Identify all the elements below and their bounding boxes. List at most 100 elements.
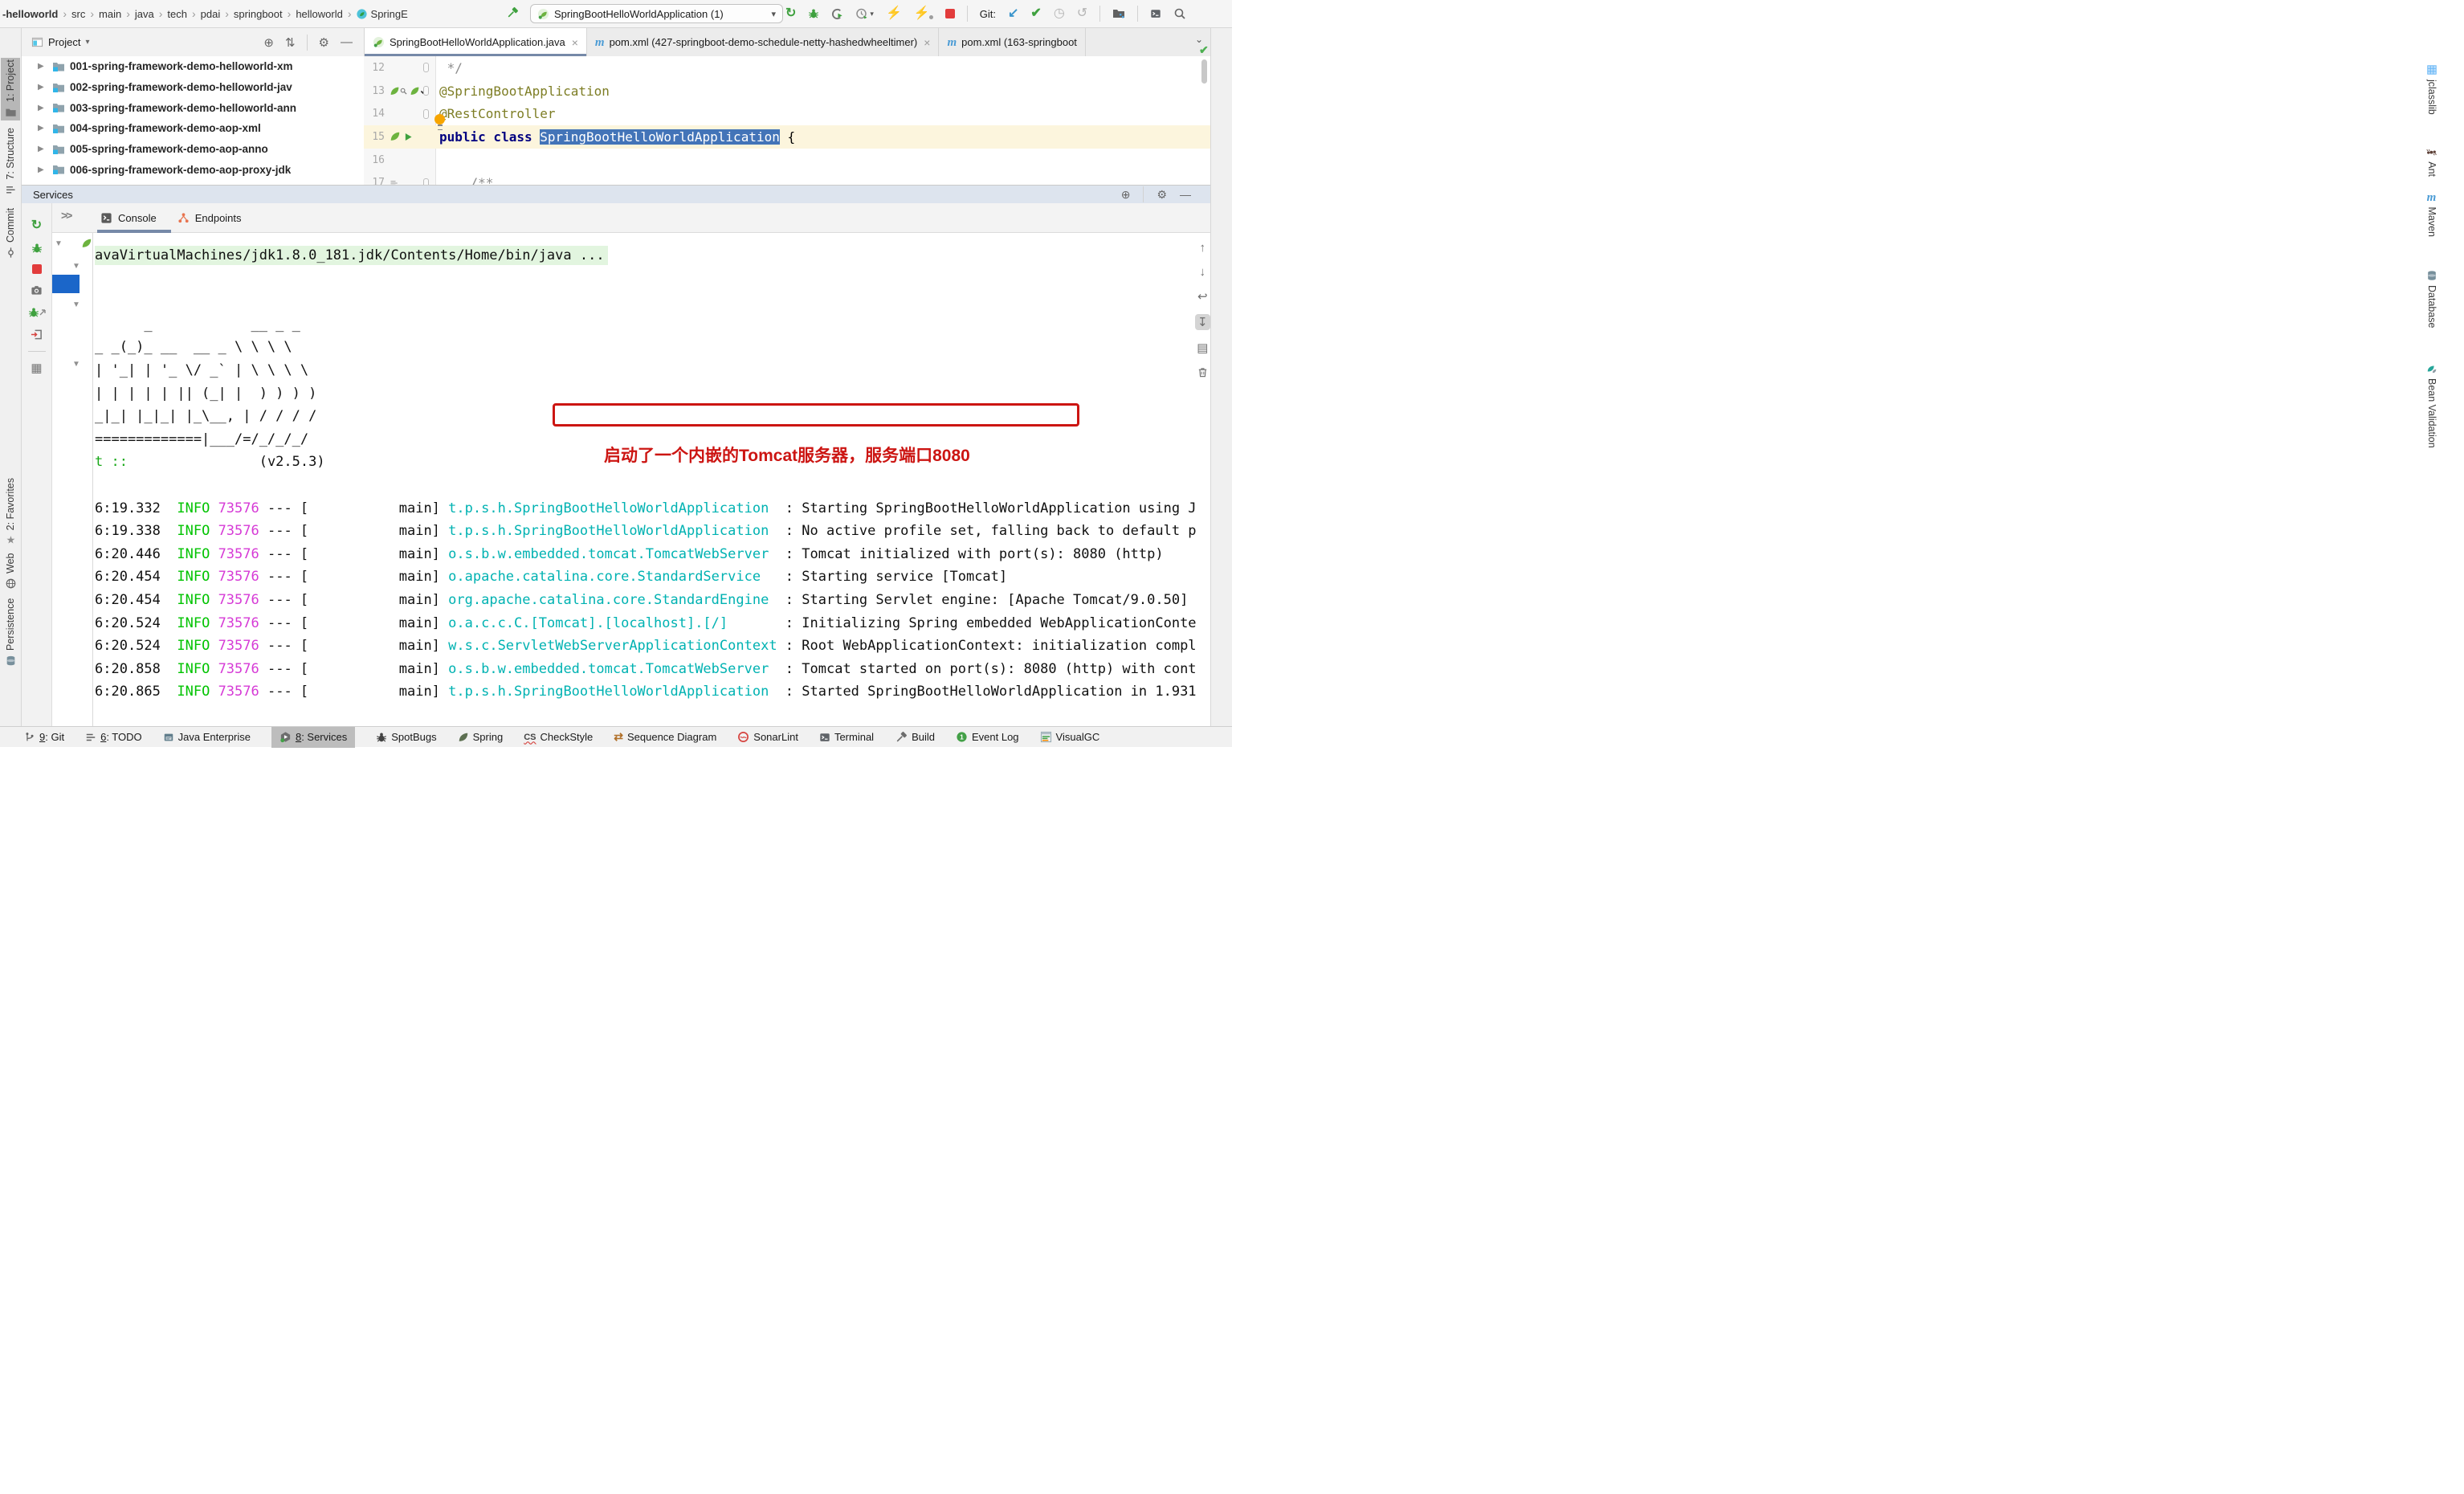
chevron-right-icon[interactable]: ▶ — [38, 145, 47, 153]
project-panel-title[interactable]: Project — [48, 36, 80, 48]
editor-line[interactable]: 17 /** — [364, 171, 1210, 185]
project-tree-row[interactable]: ▶002-spring-framework-demo-helloworld-ja… — [22, 77, 364, 98]
attach-debugger-button[interactable] — [28, 307, 46, 318]
sidebar-tab-1-project[interactable]: 1: Project — [1, 58, 20, 120]
breadcrumb-item[interactable]: pdai — [200, 8, 222, 20]
chevron-right-icon[interactable]: ▶ — [38, 165, 47, 174]
hide-panel-icon[interactable]: — — [1180, 188, 1191, 201]
sidebar-tab-jclasslib[interactable]: jclasslib — [2422, 60, 2442, 126]
thread-dump-button[interactable] — [31, 284, 43, 296]
close-icon[interactable]: × — [572, 36, 578, 49]
sidebar-tab-maven[interactable]: mMaven — [2422, 189, 2442, 240]
statusbar-event-log[interactable]: 1Event Log — [956, 727, 1019, 748]
statusbar-terminal[interactable]: Terminal — [819, 727, 874, 748]
editor-line[interactable]: 14@RestController — [364, 102, 1210, 125]
tree-expand-icon[interactable]: ▼ — [55, 239, 63, 248]
editor-tab[interactable]: mpom.xml (163-springboot — [939, 28, 1085, 56]
hide-panel-icon[interactable]: — — [341, 35, 353, 49]
profiler-button[interactable]: ▾ — [855, 7, 874, 20]
editor-line[interactable]: 15public class SpringBootHelloWorldAppli… — [364, 125, 1210, 149]
project-tree-row[interactable]: ▶003-spring-framework-demo-helloworld-an… — [22, 97, 364, 118]
sidebar-tab-ant[interactable]: Ant — [2422, 143, 2442, 180]
attach-profiler-button[interactable]: ⚡ — [886, 7, 902, 20]
project-tree-row[interactable]: ▶001-spring-framework-demo-helloworld-xm — [22, 56, 364, 77]
statusbar-java-enterprise[interactable]: Java Enterprise — [163, 727, 251, 748]
sidebar-tab-7-structure[interactable]: 7: Structure — [1, 124, 20, 198]
chevron-right-icon[interactable]: ▶ — [38, 124, 47, 133]
statusbar-6-todo[interactable]: 6: TODO — [85, 727, 142, 748]
soft-wrap-button[interactable]: ↩ — [1197, 289, 1208, 304]
sidebar-tab-commit[interactable]: Commit — [1, 206, 20, 261]
chevron-down-icon[interactable]: ▾ — [85, 38, 89, 47]
tab-console[interactable]: Console — [100, 212, 157, 224]
breadcrumb-item[interactable]: main — [98, 8, 122, 20]
stop-button[interactable] — [945, 9, 955, 18]
tree-expand-icon[interactable]: ▼ — [72, 300, 80, 309]
sidebar-tab-persistence[interactable]: Persistence — [1, 595, 20, 669]
clear-all-button[interactable] — [1197, 365, 1209, 378]
git-update-button[interactable]: ↙ — [1008, 7, 1018, 20]
collapse-all-icon[interactable]: ⇅ — [285, 35, 296, 50]
run-configuration-select[interactable]: SpringBootHelloWorldApplication (1) ▾ — [530, 4, 783, 23]
sidebar-tab-2-favorites[interactable]: ★2: Favorites — [1, 475, 20, 549]
gear-icon[interactable]: ⚙ — [1157, 188, 1167, 202]
fold-marker-icon[interactable] — [423, 109, 429, 119]
editor-tab[interactable]: mpom.xml (427-springboot-demo-schedule-n… — [587, 28, 940, 56]
attach-debugger-button[interactable]: ⚡ — [914, 7, 933, 20]
run-console[interactable]: avaVirtualMachines/jdk1.8.0_181.jdk/Cont… — [93, 233, 1197, 726]
editor-tab[interactable]: SpringBootHelloWorldApplication.java× — [365, 28, 587, 56]
fold-marker-icon[interactable] — [423, 178, 429, 185]
project-tree-row[interactable]: ▶004-spring-framework-demo-aop-xml — [22, 118, 364, 139]
gear-icon[interactable]: ⚙ — [319, 35, 329, 50]
statusbar-build[interactable]: Build — [895, 727, 935, 748]
services-tree[interactable]: ▼ ▼ ▼ ▼ — [52, 233, 93, 726]
statusbar-checkstyle[interactable]: CSCheckStyle — [524, 727, 593, 748]
fold-marker-icon[interactable] — [423, 63, 429, 72]
terminal-run-button[interactable] — [1150, 8, 1161, 19]
services-panel-header[interactable]: Services ⊕ ⚙ — — [22, 185, 1210, 203]
breadcrumb-item[interactable]: helloworld — [295, 8, 344, 20]
breadcrumb-item[interactable]: springboot — [233, 8, 284, 20]
statusbar-sonarlint[interactable]: SonarLint — [737, 727, 798, 748]
editor-line[interactable]: 16 — [364, 149, 1210, 172]
editor-line[interactable]: 13@SpringBootApplication — [364, 80, 1210, 103]
show-dashboard-button[interactable]: ▦ — [31, 362, 42, 375]
tree-expand-icon[interactable]: ▼ — [72, 360, 80, 369]
editor-scrollbar[interactable] — [1201, 59, 1207, 84]
scroll-down-button[interactable]: ↓ — [1200, 265, 1206, 279]
debug-button[interactable] — [808, 8, 819, 19]
rerun-debug-button[interactable] — [31, 243, 43, 254]
close-icon[interactable]: × — [924, 36, 930, 49]
breadcrumb-item[interactable]: SpringE — [370, 8, 409, 20]
chevron-right-icon[interactable]: ▶ — [38, 62, 47, 71]
exit-button[interactable] — [31, 329, 43, 341]
chevron-right-icon[interactable]: ▶ — [38, 104, 47, 112]
scroll-to-end-button[interactable]: ↧ — [1195, 314, 1210, 330]
locate-icon[interactable]: ⊕ — [1121, 188, 1131, 202]
remote-host-button[interactable] — [1112, 7, 1125, 20]
build-hammer-icon[interactable] — [506, 6, 519, 19]
breadcrumb-item[interactable]: tech — [166, 8, 188, 20]
intention-bulb-icon[interactable] — [434, 114, 445, 124]
statusbar-spotbugs[interactable]: SpotBugs — [376, 727, 436, 748]
tree-expand-icon[interactable]: ▼ — [72, 262, 80, 271]
project-tree-row[interactable]: ▶005-spring-framework-demo-aop-anno — [22, 139, 364, 160]
editor-code-area[interactable]: 12 */13@SpringBootApplication14@RestCont… — [364, 56, 1210, 185]
stop-button[interactable] — [32, 264, 42, 274]
statusbar-9-git[interactable]: 9: Git — [24, 727, 64, 748]
breadcrumb-item[interactable]: java — [134, 8, 155, 20]
git-history-button[interactable]: ◷ — [1054, 7, 1065, 20]
rerun-button[interactable]: ↻ — [31, 219, 42, 232]
tab-endpoints[interactable]: Endpoints — [177, 212, 242, 224]
sidebar-tab-bean-validation[interactable]: Bean Validation — [2422, 359, 2442, 455]
fold-marker-icon[interactable] — [423, 86, 429, 96]
selected-tree-node[interactable] — [52, 275, 80, 293]
statusbar-sequence-diagram[interactable]: ⇄Sequence Diagram — [614, 727, 716, 748]
statusbar-spring[interactable]: Spring — [458, 727, 504, 748]
rerun-button[interactable]: ↻ — [785, 7, 796, 20]
locate-file-icon[interactable]: ⊕ — [263, 35, 274, 50]
editor-line[interactable]: 12 */ — [364, 56, 1210, 80]
project-tree-row[interactable]: ▶006-spring-framework-demo-aop-proxy-jdk — [22, 159, 364, 180]
sidebar-tab-web[interactable]: Web — [1, 552, 20, 592]
git-commit-button[interactable]: ✔ — [1030, 7, 1041, 20]
